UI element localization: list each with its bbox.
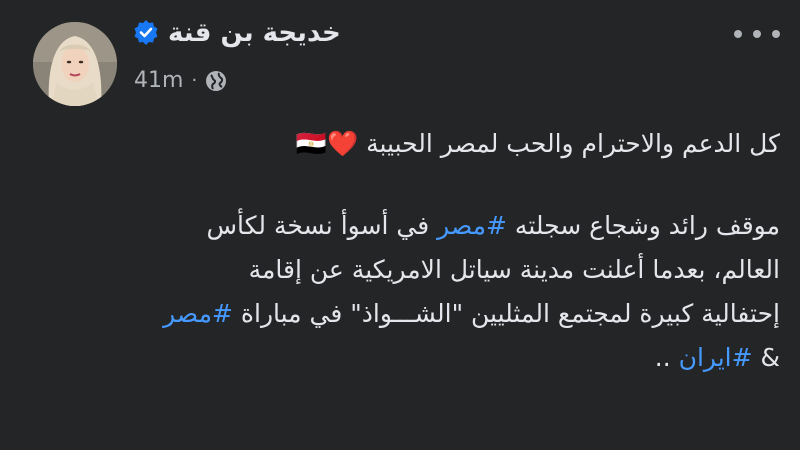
avatar-image: [33, 22, 117, 106]
meta-separator: ·: [191, 70, 198, 91]
globe-icon[interactable]: [205, 70, 227, 92]
post-text-segment: إحتفالية كبيرة لمجتمع المثليين "الشـــوا…: [232, 299, 780, 328]
post-line-1-text: كل الدعم والاحترام والحب لمصر الحبيبة: [366, 129, 780, 158]
post-line-1: كل الدعم والاحترام والحب لمصر الحبيبة ❤️…: [70, 122, 780, 166]
more-dot: [753, 30, 761, 38]
post-body: كل الدعم والاحترام والحب لمصر الحبيبة ❤️…: [70, 122, 780, 380]
verified-badge-icon: [134, 20, 158, 45]
post-text-segment: ..: [654, 343, 679, 372]
post-line-5: & #ايران ..: [70, 336, 780, 380]
post-meta: 41m ·: [134, 68, 227, 93]
post-text-segment: موقف رائد وشجاع سجلته: [506, 211, 780, 240]
more-options-icon[interactable]: [734, 22, 780, 46]
facebook-post: خديجة بن قنة 41m · كل الدعم والاحترام وا…: [0, 0, 800, 450]
post-line-4: إحتفالية كبيرة لمجتمع المثليين "الشـــوا…: [70, 292, 780, 336]
post-header: خديجة بن قنة: [132, 18, 432, 48]
author-name[interactable]: خديجة بن قنة: [168, 18, 341, 48]
post-line-2: موقف رائد وشجاع سجلته #مصر في أسوأ نسخة …: [70, 204, 780, 248]
post-line-3: العالم، بعدما أعلنت مدينة سياتل الامريكي…: [248, 255, 780, 284]
post-timestamp[interactable]: 41m: [134, 68, 183, 93]
more-dot: [734, 30, 742, 38]
hashtag-link[interactable]: #مصر: [163, 299, 233, 328]
ampersand: &: [752, 343, 780, 372]
more-dot: [772, 30, 780, 38]
post-text-segment: في أسوأ نسخة لكأس: [206, 211, 438, 240]
heart-flag-emojis: ❤️🇪🇬: [295, 129, 359, 158]
hashtag-link[interactable]: #مصر: [437, 211, 507, 240]
author-avatar[interactable]: [33, 22, 117, 106]
hashtag-link[interactable]: #ايران: [679, 343, 753, 372]
